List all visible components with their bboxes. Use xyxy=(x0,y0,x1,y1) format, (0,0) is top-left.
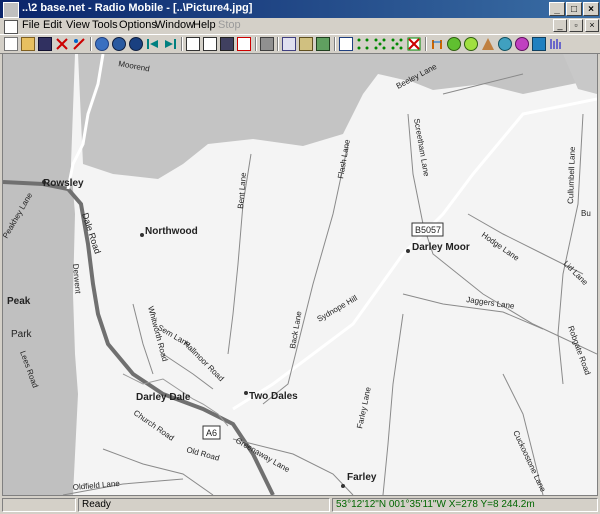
new-picture-icon[interactable] xyxy=(203,37,217,51)
network-properties-icon[interactable] xyxy=(55,37,69,51)
picture-properties-icon[interactable] xyxy=(129,37,143,51)
map-view[interactable]: B5057 A6 Rowsley Northwood Darley Moor P… xyxy=(2,53,598,496)
menu-help[interactable]: Help xyxy=(193,19,216,31)
menu-options[interactable]: Options xyxy=(119,19,157,31)
spectrum-icon[interactable] xyxy=(532,37,546,51)
toolbar xyxy=(0,34,600,54)
status-panel-empty xyxy=(2,498,76,512)
open-folder-icon[interactable] xyxy=(21,37,35,51)
place-park: Park xyxy=(11,329,33,340)
antenna-icon[interactable] xyxy=(72,37,86,51)
copy-icon[interactable] xyxy=(282,37,296,51)
world-map-icon[interactable] xyxy=(95,37,109,51)
road-old-road: Old Road xyxy=(185,445,220,462)
app-icon[interactable] xyxy=(3,2,19,18)
toolbar-separator xyxy=(181,37,183,51)
print-icon[interactable] xyxy=(260,37,274,51)
status-bar: Ready 53°12'12"N 001°35'11"W X=278 Y=8 2… xyxy=(0,496,600,514)
road-bent-lane: Bent Lane xyxy=(236,172,248,210)
place-darley-dale: Darley Dale xyxy=(136,392,191,403)
road-hallmoor-road: Hallmoor Road xyxy=(182,339,226,383)
link-icon[interactable] xyxy=(430,37,444,51)
draw-icon[interactable] xyxy=(186,37,200,51)
road-church-road: Church Road xyxy=(132,408,176,442)
road-oldfield-lane: Oldfield Lane xyxy=(72,479,120,492)
toolbar-separator xyxy=(277,37,279,51)
export-icon[interactable] xyxy=(237,37,251,51)
road-sydnope-hill: Sydnope Hill xyxy=(316,293,360,323)
title-bar[interactable]: ..\2 base.net - Radio Mobile - [..\Pictu… xyxy=(0,0,600,18)
place-peak: Peak xyxy=(7,296,31,307)
menu-file[interactable]: File xyxy=(22,19,40,31)
b5057-label: B5057 xyxy=(415,225,441,235)
status-ready: Ready xyxy=(78,498,330,512)
place-northwood: Northwood xyxy=(145,226,198,237)
mdi-restore-button[interactable]: ▫ xyxy=(569,19,583,32)
back-lane xyxy=(262,143,349,405)
bandwidth-icon[interactable] xyxy=(549,37,563,51)
menu-view[interactable]: View xyxy=(66,19,90,31)
menu-window[interactable]: Window xyxy=(155,19,194,31)
road-lid-lane: Lid Lane xyxy=(562,259,590,287)
menu-tools[interactable]: Tools xyxy=(92,19,118,31)
cartesian-icon[interactable] xyxy=(356,37,370,51)
paste-to-icon[interactable] xyxy=(316,37,330,51)
mdi-minimize-button[interactable]: _ xyxy=(553,19,567,32)
previous-picture-icon[interactable] xyxy=(146,37,160,51)
toolbar-separator xyxy=(334,37,336,51)
hill-shading-west xyxy=(3,54,78,495)
distance-icon[interactable] xyxy=(390,37,404,51)
road-dale-road: Dale Road xyxy=(80,212,103,256)
radio-coverage-icon[interactable] xyxy=(447,37,461,51)
save-icon[interactable] xyxy=(38,37,52,51)
place-marker-darley-moor xyxy=(406,249,410,253)
place-marker-northwood xyxy=(140,233,144,237)
paste-icon[interactable] xyxy=(299,37,313,51)
next-picture-icon[interactable] xyxy=(163,37,177,51)
menu-stop: Stop xyxy=(218,19,241,31)
document-icon[interactable] xyxy=(4,20,18,34)
window-icon[interactable] xyxy=(339,37,353,51)
place-darley-moor: Darley Moor xyxy=(412,242,470,253)
road-flash-lane: Flash Lane xyxy=(336,138,352,179)
visual-icon[interactable] xyxy=(515,37,529,51)
place-two-dales: Two Dales xyxy=(249,391,298,402)
polar-coverage-icon[interactable] xyxy=(464,37,478,51)
save-picture-icon[interactable] xyxy=(220,37,234,51)
menu-bar: File Edit View Tools Options Window Help… xyxy=(0,18,600,34)
place-rowsley: Rowsley xyxy=(43,178,84,189)
maximize-button[interactable]: □ xyxy=(566,2,582,16)
close-button[interactable]: × xyxy=(583,2,599,16)
place-farley: Farley xyxy=(347,472,377,483)
grid-icon[interactable] xyxy=(373,37,387,51)
fresnel-icon[interactable] xyxy=(498,37,512,51)
place-marker-two-dales xyxy=(244,391,248,395)
status-coordinates: 53°12'12"N 001°35'11"W X=278 Y=8 244.2m xyxy=(332,498,598,512)
toolbar-separator xyxy=(425,37,427,51)
road-hodge-lane: Hodge Lane xyxy=(480,230,521,263)
road-screetham-lane: Screetham Lane xyxy=(412,118,431,178)
toolbar-separator xyxy=(90,37,92,51)
a6-label: A6 xyxy=(206,428,217,438)
road-greenaway-lane: Greenaway Lane xyxy=(234,436,292,475)
erase-icon[interactable] xyxy=(407,37,421,51)
toolbar-separator xyxy=(255,37,257,51)
road-bu: Bu xyxy=(581,209,591,218)
hill-shading-north xyxy=(3,54,597,179)
window-title: ..\2 base.net - Radio Mobile - [..\Pictu… xyxy=(22,2,253,14)
farley-lane xyxy=(382,313,404,495)
place-marker-farley xyxy=(341,484,345,488)
new-network-icon[interactable] xyxy=(4,37,18,51)
merge-pictures-icon[interactable] xyxy=(112,37,126,51)
menu-edit[interactable]: Edit xyxy=(43,19,62,31)
mdi-close-button[interactable]: × xyxy=(585,19,599,32)
route-coverage-icon[interactable] xyxy=(481,37,495,51)
minimize-button[interactable]: _ xyxy=(549,2,565,16)
road-cullumbell-lane: Cullumbell Lane xyxy=(566,146,577,204)
road-farley-lane: Farley Lane xyxy=(355,386,373,430)
